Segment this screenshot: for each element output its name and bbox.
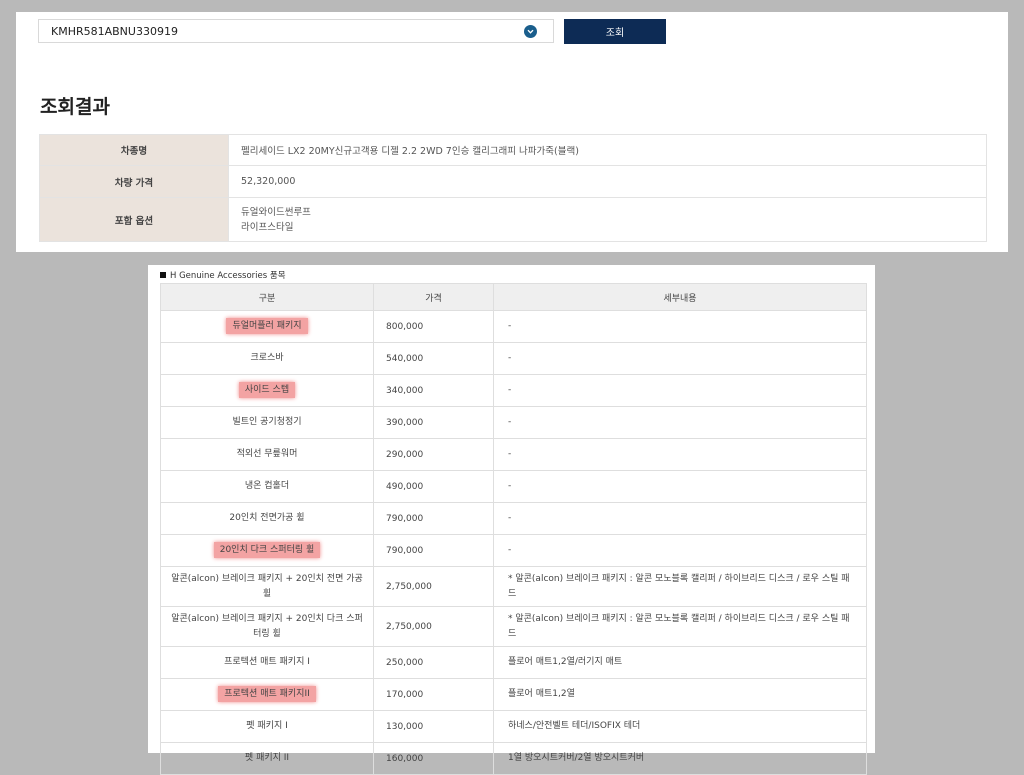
item-price: 290,000 (373, 438, 494, 471)
item-name: 프로텍션 매트 패키지 I (160, 646, 374, 679)
option-item: 듀얼와이드썬루프 (241, 206, 311, 218)
model-value: 펠리세이드 LX2 20MY신규고객용 디젤 2.2 2WD 7인승 캘리그래피… (228, 134, 987, 166)
item-name: 알콘(alcon) 브레이크 패키지 + 20인치 다크 스퍼터링 휠 (160, 606, 374, 647)
item-name: 듀얼머플러 패키지 (226, 318, 308, 334)
item-name: 알콘(alcon) 브레이크 패키지 + 20인치 전면 가공 휠 (160, 566, 374, 607)
item-detail: - (493, 502, 867, 535)
options-label: 포함 옵션 (39, 197, 229, 242)
result-title: 조회결과 (40, 96, 110, 118)
table-row: 빌트인 공기청정기 390,000 - (160, 406, 867, 439)
price-value: 52,320,000 (228, 165, 987, 198)
item-detail: - (493, 534, 867, 567)
vin-select[interactable]: KMHR581ABNU330919 (38, 19, 554, 43)
item-name-cell: 사이드 스텝 (160, 374, 374, 407)
item-name: 냉온 컵홀더 (160, 470, 374, 503)
table-row: 적외선 무릎워머 290,000 - (160, 438, 867, 471)
table-row: 펫 패키지 II 160,000 1열 방오시트커버/2열 방오시트커버 (160, 742, 867, 775)
table-row: 차종명 펠리세이드 LX2 20MY신규고객용 디젤 2.2 2WD 7인승 캘… (39, 134, 987, 166)
header-detail: 세부내용 (493, 283, 867, 311)
item-detail: - (493, 470, 867, 503)
item-name: 적외선 무릎워머 (160, 438, 374, 471)
item-price: 170,000 (373, 678, 494, 711)
item-name: 펫 패키지 I (160, 710, 374, 743)
item-name: 크로스바 (160, 342, 374, 375)
chevron-down-icon[interactable] (524, 25, 537, 38)
table-row: 사이드 스텝 340,000 - (160, 374, 867, 407)
item-price: 790,000 (373, 534, 494, 567)
accessories-title-text: H Genuine Accessories 품목 (170, 271, 286, 281)
item-name: 프로텍션 매트 패키지II (218, 686, 316, 702)
table-row: 냉온 컵홀더 490,000 - (160, 470, 867, 503)
item-detail: - (493, 374, 867, 407)
item-name: 빌트인 공기청정기 (160, 406, 374, 439)
item-price: 250,000 (373, 646, 494, 679)
item-detail: - (493, 342, 867, 375)
item-detail: 1열 방오시트커버/2열 방오시트커버 (493, 742, 867, 775)
vin-value: KMHR581ABNU330919 (51, 25, 178, 38)
item-detail: 플로어 매트1,2열/러기지 매트 (493, 646, 867, 679)
accessories-table: 구분 가격 세부내용 듀얼머플러 패키지 800,000 - 크로스바 540,… (160, 283, 867, 775)
table-row: 20인치 전면가공 휠 790,000 - (160, 502, 867, 535)
item-detail: - (493, 438, 867, 471)
header-category: 구분 (160, 283, 374, 311)
accessories-title: H Genuine Accessories 품목 (160, 269, 286, 281)
item-name: 20인치 다크 스퍼터링 휠 (213, 542, 321, 558)
table-row: 펫 패키지 I 130,000 하네스/안전벨트 테더/ISOFIX 테더 (160, 710, 867, 743)
option-item: 라이프스타일 (241, 221, 294, 233)
vehicle-lookup-panel: KMHR581ABNU330919 조회 조회결과 차종명 펠리세이드 LX2 … (16, 12, 1008, 252)
table-row: 20인치 다크 스퍼터링 휠 790,000 - (160, 534, 867, 567)
item-name-cell: 듀얼머플러 패키지 (160, 310, 374, 343)
item-detail: 플로어 매트1,2열 (493, 678, 867, 711)
item-detail: - (493, 310, 867, 343)
item-detail: - (493, 406, 867, 439)
table-header-row: 구분 가격 세부내용 (160, 283, 867, 311)
item-price: 390,000 (373, 406, 494, 439)
item-detail: * 알콘(alcon) 브레이크 패키지 : 알콘 모노블록 캘리퍼 / 하이브… (493, 606, 867, 647)
item-price: 540,000 (373, 342, 494, 375)
item-price: 340,000 (373, 374, 494, 407)
options-value: 듀얼와이드썬루프 라이프스타일 (228, 197, 987, 242)
item-price: 800,000 (373, 310, 494, 343)
item-detail: 하네스/안전벨트 테더/ISOFIX 테더 (493, 710, 867, 743)
item-price: 2,750,000 (373, 566, 494, 607)
table-row: 차량 가격 52,320,000 (39, 165, 987, 198)
model-label: 차종명 (39, 134, 229, 166)
item-name-cell: 프로텍션 매트 패키지II (160, 678, 374, 711)
table-row: 알콘(alcon) 브레이크 패키지 + 20인치 전면 가공 휠 2,750,… (160, 566, 867, 607)
item-detail: * 알콘(alcon) 브레이크 패키지 : 알콘 모노블록 캘리퍼 / 하이브… (493, 566, 867, 607)
item-name-cell: 20인치 다크 스퍼터링 휠 (160, 534, 374, 567)
vehicle-info-table: 차종명 펠리세이드 LX2 20MY신규고객용 디젤 2.2 2WD 7인승 캘… (39, 134, 987, 242)
item-name: 펫 패키지 II (160, 742, 374, 775)
item-name: 사이드 스텝 (238, 382, 296, 398)
accessories-panel: H Genuine Accessories 품목 구분 가격 세부내용 듀얼머플… (148, 265, 875, 775)
table-row: 포함 옵션 듀얼와이드썬루프 라이프스타일 (39, 197, 987, 242)
table-row: 프로텍션 매트 패키지II 170,000 플로어 매트1,2열 (160, 678, 867, 711)
header-price: 가격 (373, 283, 494, 311)
square-bullet-icon (160, 272, 166, 278)
item-price: 490,000 (373, 470, 494, 503)
item-name: 20인치 전면가공 휠 (160, 502, 374, 535)
item-price: 2,750,000 (373, 606, 494, 647)
table-row: 프로텍션 매트 패키지 I 250,000 플로어 매트1,2열/러기지 매트 (160, 646, 867, 679)
item-price: 130,000 (373, 710, 494, 743)
table-row: 크로스바 540,000 - (160, 342, 867, 375)
table-row: 알콘(alcon) 브레이크 패키지 + 20인치 다크 스퍼터링 휠 2,75… (160, 606, 867, 647)
price-label: 차량 가격 (39, 165, 229, 198)
item-price: 790,000 (373, 502, 494, 535)
table-row: 듀얼머플러 패키지 800,000 - (160, 310, 867, 343)
item-price: 160,000 (373, 742, 494, 775)
search-button[interactable]: 조회 (564, 19, 666, 44)
